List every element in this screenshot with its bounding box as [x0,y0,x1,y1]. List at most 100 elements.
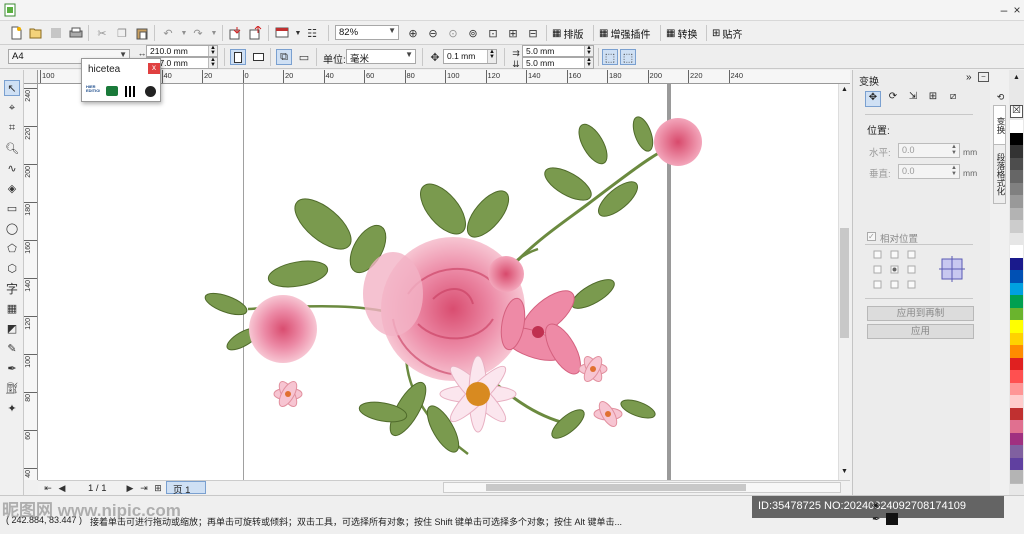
no-color-icon[interactable]: ☒ [1010,105,1023,118]
paragraph-format-tab[interactable]: 段落格式化 [993,144,1006,204]
freehand-tool-icon[interactable]: ∿ [4,160,20,176]
fill-color-swatch[interactable] [886,513,898,525]
rotate-mode-icon[interactable]: ⟳ [885,91,901,107]
shape-tool-icon[interactable]: ⌖ [4,100,20,116]
smart-fill-icon[interactable]: ◈ [4,180,20,196]
redo-dropdown-icon[interactable]: ▼ [206,25,222,41]
outline-pen-icon[interactable]: ✒ [4,360,20,376]
save-icon[interactable] [48,25,64,41]
floral-artwork[interactable] [168,94,728,474]
rectangle-tool-icon[interactable]: ▭ [4,200,20,216]
pick-tool-icon[interactable]: ↖ [4,80,20,96]
page-width-field[interactable]: 210.0 mm ▲ ▼ [146,45,218,57]
crop-tool-icon[interactable]: ⌗ [4,120,20,136]
zoom-all-icon[interactable]: ⊚ [465,25,481,41]
zoom-tool-icon[interactable]: 🔍︎ [4,140,20,156]
page-tab[interactable]: 页 1 [166,481,206,496]
scroll-up-icon[interactable]: ▲ [840,86,849,93]
collapse-icon[interactable]: – [978,72,989,82]
zoom-height-icon[interactable]: ⊟ [525,25,541,41]
zoom-out-icon[interactable]: ⊖ [425,25,441,41]
hscroll-thumb[interactable] [486,484,746,491]
anchor-grid[interactable] [873,250,923,290]
unit-combo[interactable]: 毫米 ▼ [346,49,416,65]
rotate-tab-icon[interactable]: ⟲ [994,92,1007,102]
zoom-in-icon[interactable]: ⊕ [405,25,421,41]
interactive-fill-icon[interactable]: ◩ [4,320,20,336]
qr-code-icon[interactable] [125,86,136,97]
convert-button[interactable]: ▦ 转换 [666,26,697,41]
ellipse-tool-icon[interactable]: ◯ [4,220,20,236]
spin-arrows-icon[interactable]: ▲ ▼ [208,45,217,56]
new-document-icon[interactable] [8,25,24,41]
table-tool-icon[interactable]: ▦ [4,300,20,316]
zoom-width-icon[interactable]: ⊞ [505,25,521,41]
close-window-icon[interactable]: × [1009,2,1024,18]
paste-icon[interactable] [134,25,150,41]
redo-icon[interactable]: ↷ [190,25,206,41]
layout-button[interactable]: ▦ 排版 [552,26,583,41]
print-icon[interactable] [68,25,84,41]
text-tool-icon[interactable]: 字 [4,280,20,296]
scroll-down-icon[interactable]: ▼ [840,468,849,475]
transform-tab[interactable]: 变换 [993,105,1006,145]
zoom-combo[interactable]: 82% ▼ [335,25,399,40]
duplicate-y-field[interactable]: 5.0 mm ▲ ▼ [522,57,594,69]
spin-arrows-icon[interactable]: ▲ ▼ [487,49,496,63]
record-icon[interactable] [145,86,156,97]
expand-icon[interactable]: » [966,72,972,83]
h-spin-icon[interactable]: ▲ ▼ [951,144,957,156]
drawing-canvas[interactable] [38,84,838,480]
horizontal-scrollbar[interactable] [443,482,841,493]
add-page-icon[interactable]: ⊞ [150,480,166,496]
basic-shapes-icon[interactable]: ⬡ [4,260,20,276]
cut-icon[interactable]: ✂ [94,25,110,41]
position-mode-icon[interactable]: ✥ [865,91,881,107]
size-mode-icon[interactable]: ⊞ [925,91,941,107]
vscroll-thumb[interactable] [840,228,849,338]
fill-bucket-icon[interactable]: ⛽︎ [4,380,20,396]
smart-drawing-icon[interactable]: ✦ [4,400,20,416]
polygon-tool-icon[interactable]: ⬠ [4,240,20,256]
camera-icon[interactable] [106,86,118,96]
apply-button[interactable]: 应用 [867,324,974,339]
copy-icon[interactable]: ❐ [114,25,130,41]
publish-pdf-icon[interactable] [274,25,290,41]
nudge-field[interactable]: 0.1 mm ▲ ▼ [443,49,497,64]
v-spin-icon[interactable]: ▲ ▼ [951,165,957,177]
portrait-icon[interactable] [230,49,246,65]
fill-indicator-icon[interactable]: ◈ [872,500,884,512]
options-icon[interactable]: ☷ [304,25,320,41]
prev-page-icon[interactable]: ◀ [54,480,70,496]
export-icon[interactable] [248,25,264,41]
zoom-page-icon[interactable]: ⊡ [485,25,501,41]
vertical-ruler[interactable]: 24022020018016014012010080604020 [24,84,38,516]
eyedropper-icon[interactable]: ✎ [4,340,20,356]
hier-edition-button[interactable]: HIER EDITION [86,85,100,97]
dialog-close-button[interactable]: x [148,63,160,74]
all-pages-icon[interactable]: ⧉ [276,49,292,65]
spin-arrows-icon[interactable]: ▲ ▼ [584,57,593,68]
palette-scroll-up-icon[interactable]: ▲ [1010,74,1023,81]
landscape-icon[interactable] [250,49,266,65]
treat-as-filled-icon[interactable]: ⬚ [602,49,618,65]
relative-checkbox[interactable]: ✓ [867,232,876,241]
duplicate-x-field[interactable]: 5.0 mm ▲ ▼ [522,45,594,57]
page-frame-icon[interactable]: ⬚ [620,49,636,65]
color-swatch[interactable] [1010,470,1023,484]
spin-arrows-icon[interactable]: ▲ ▼ [208,57,217,68]
skew-mode-icon[interactable]: ⧄ [945,91,961,107]
snap-button[interactable]: ⊞ 贴齐 [712,26,742,41]
apply-to-duplicate-button[interactable]: 应用到再制 [867,306,974,321]
outline-indicator-icon[interactable]: ✒ [872,514,884,526]
current-page-icon[interactable]: ▭ [296,49,312,65]
plugins-button[interactable]: ▦ 增强插件 [599,26,650,41]
zoom-selected-icon[interactable]: ⊙ [445,25,461,41]
open-icon[interactable] [28,25,44,41]
spin-arrows-icon[interactable]: ▲ ▼ [584,45,593,56]
import-icon[interactable] [228,25,244,41]
vertical-scrollbar[interactable]: ▲ ▼ [838,84,850,480]
undo-icon[interactable]: ↶ [160,25,176,41]
scale-mode-icon[interactable]: ⇲ [905,91,921,107]
ruler-origin[interactable] [24,70,38,84]
